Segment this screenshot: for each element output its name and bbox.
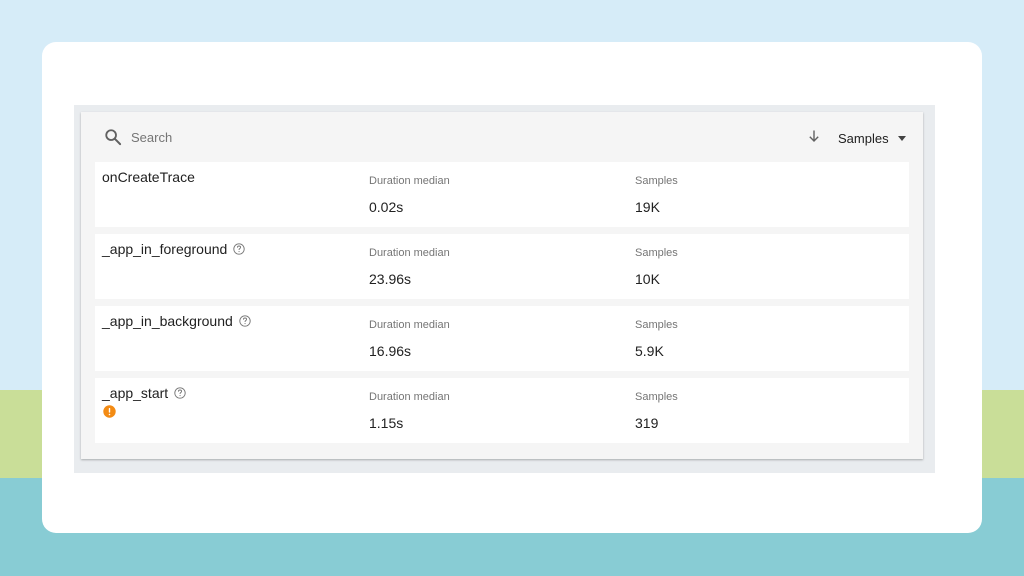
traces-panel: Search Samples onCreateTrace Duration me…	[81, 112, 923, 459]
samples-label: Samples	[635, 391, 678, 403]
samples-value: 19K	[635, 199, 660, 215]
duration-median-label: Duration median	[369, 391, 450, 403]
warning-icon[interactable]	[103, 405, 116, 418]
trace-name-text: onCreateTrace	[102, 169, 195, 185]
duration-median-label: Duration median	[369, 319, 450, 331]
samples-label: Samples	[635, 175, 678, 187]
toolbar: Search Samples	[81, 112, 923, 162]
help-icon[interactable]	[239, 315, 251, 327]
trace-name: _app_in_background	[102, 313, 251, 329]
screenshot-frame: Search Samples onCreateTrace Duration me…	[74, 105, 935, 473]
duration-median-label: Duration median	[369, 247, 450, 259]
sort-by-label: Samples	[838, 130, 889, 146]
duration-median-value: 23.96s	[369, 271, 412, 287]
sort-direction-arrow-icon[interactable]	[807, 129, 821, 143]
trace-name-text: _app_start	[102, 385, 169, 401]
trace-row-app-start[interactable]: _app_start Duration median 1.15s Samples…	[95, 378, 909, 443]
caret-down-icon	[897, 135, 906, 141]
sort-by-dropdown[interactable]: Samples	[838, 129, 906, 147]
help-icon[interactable]	[174, 387, 186, 399]
search-input[interactable]: Search	[131, 130, 172, 145]
trace-row-app-in-foreground[interactable]: _app_in_foreground Duration median 23.96…	[95, 234, 909, 299]
samples-value: 5.9K	[635, 343, 664, 359]
help-icon[interactable]	[233, 243, 245, 255]
trace-name: onCreateTrace	[102, 169, 195, 185]
duration-median-value: 0.02s	[369, 199, 404, 215]
samples-value: 10K	[635, 271, 660, 287]
search-icon[interactable]	[104, 128, 122, 146]
samples-label: Samples	[635, 319, 678, 331]
samples-label: Samples	[635, 247, 678, 259]
trace-name: _app_start	[102, 385, 186, 401]
duration-median-value: 1.15s	[369, 415, 404, 431]
trace-name: _app_in_foreground	[102, 241, 245, 257]
samples-value: 319	[635, 415, 659, 431]
trace-name-text: _app_in_background	[102, 313, 233, 329]
trace-name-text: _app_in_foreground	[102, 241, 228, 257]
duration-median-value: 16.96s	[369, 343, 412, 359]
trace-row-app-in-background[interactable]: _app_in_background Duration median 16.96…	[95, 306, 909, 371]
trace-row-oncreatetrace[interactable]: onCreateTrace Duration median 0.02s Samp…	[95, 162, 909, 227]
slide-card: Search Samples onCreateTrace Duration me…	[42, 42, 982, 533]
duration-median-label: Duration median	[369, 175, 450, 187]
